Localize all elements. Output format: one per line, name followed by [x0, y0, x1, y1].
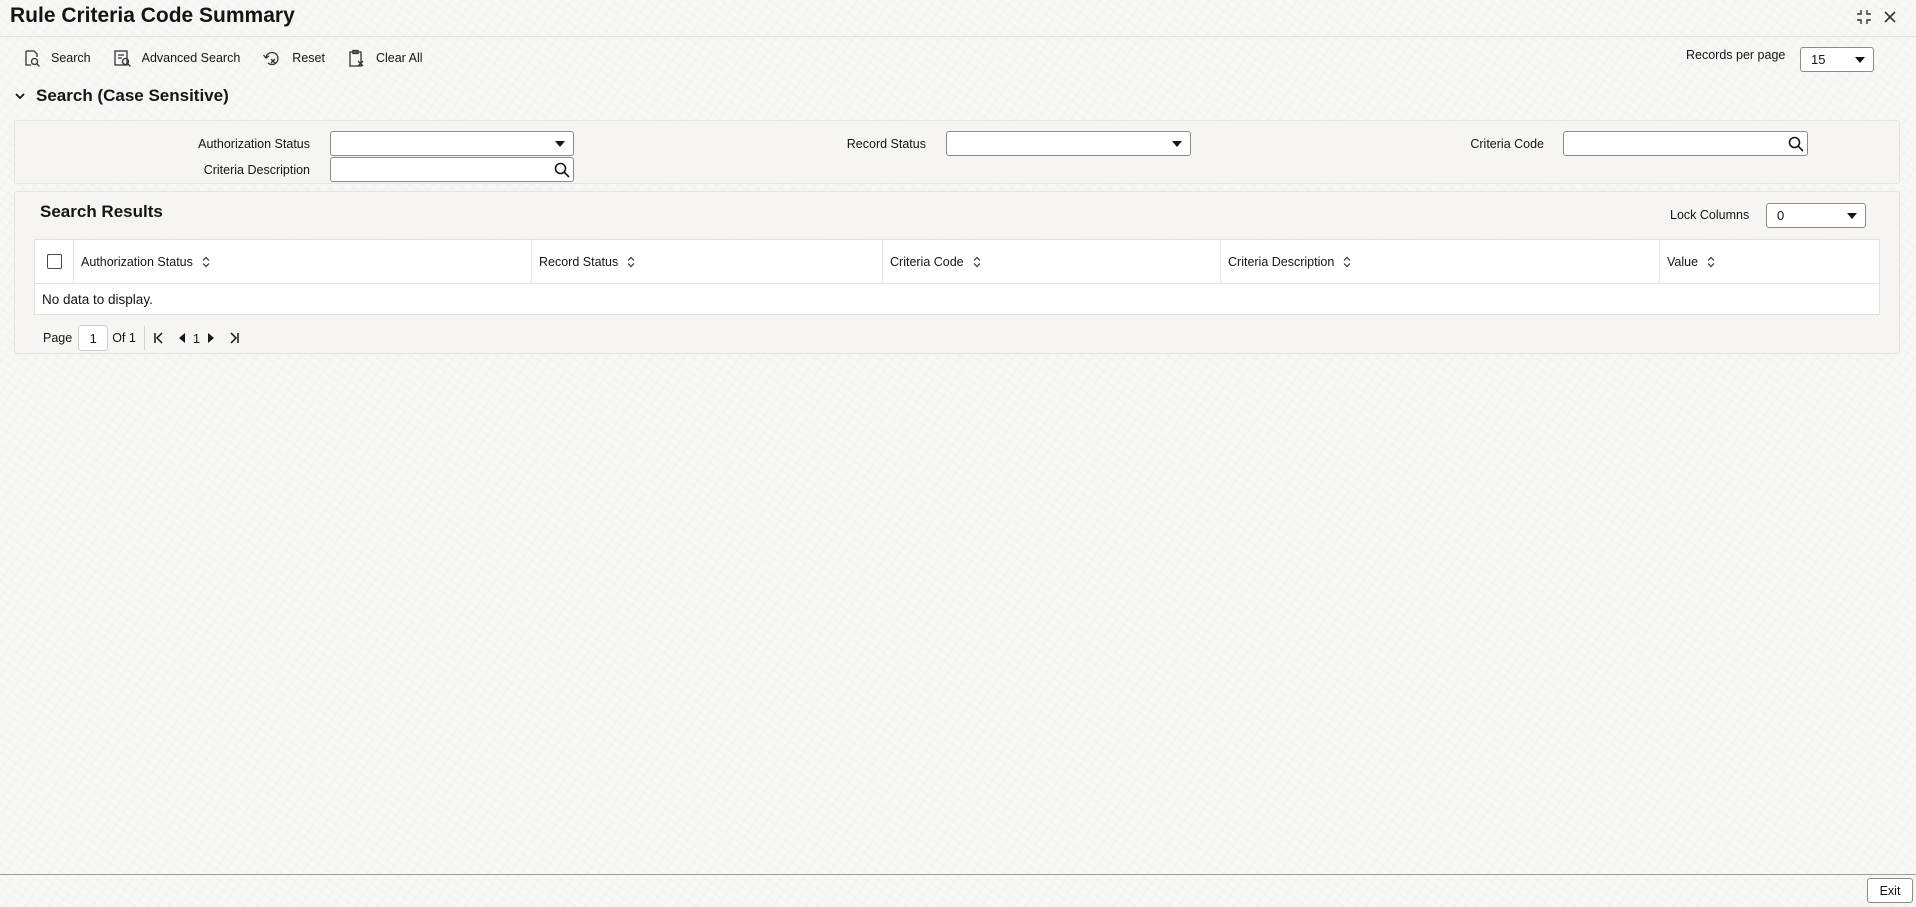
sort-icon — [1343, 256, 1351, 268]
close-icon[interactable] — [1879, 6, 1901, 28]
column-label: Authorization Status — [81, 255, 193, 269]
reset-icon — [263, 51, 279, 65]
column-label: Criteria Code — [890, 255, 964, 269]
criteria-code-label: Criteria Code — [1470, 137, 1544, 151]
toolbar: Search Advanced Search Reset Clear All — [22, 46, 445, 70]
title-divider — [0, 36, 1916, 37]
first-page-icon[interactable] — [153, 332, 165, 344]
pagination: Page 1 Of 1 1 — [43, 325, 247, 351]
records-per-page-select[interactable]: 15 — [1800, 47, 1874, 72]
clipboard-clear-icon — [349, 49, 364, 67]
sort-icon — [627, 256, 635, 268]
clear-all-button-label: Clear All — [375, 51, 423, 65]
page-of-label: Of 1 — [112, 331, 136, 345]
chevron-down-icon — [1855, 57, 1865, 63]
table-header-row: Authorization Status Record Status Crite… — [35, 240, 1879, 284]
search-button-label: Search — [51, 51, 91, 65]
last-page-icon[interactable] — [228, 332, 240, 344]
search-doc-icon — [25, 49, 40, 67]
page-title: Rule Criteria Code Summary — [10, 4, 295, 27]
advanced-search-button-label: Advanced Search — [141, 51, 241, 65]
results-table: Authorization Status Record Status Crite… — [34, 239, 1880, 315]
column-header-authorization-status[interactable]: Authorization Status — [74, 240, 532, 284]
select-all-checkbox[interactable] — [47, 254, 62, 269]
page-link[interactable]: 1 — [193, 331, 200, 346]
clear-all-button[interactable]: Clear All — [347, 49, 423, 68]
column-header-record-status[interactable]: Record Status — [532, 240, 883, 284]
shrink-icon[interactable] — [1853, 6, 1875, 28]
column-header-criteria-code[interactable]: Criteria Code — [883, 240, 1221, 284]
reset-button[interactable]: Reset — [262, 49, 325, 68]
records-per-page-value: 15 — [1811, 52, 1826, 67]
page-label: Page — [43, 331, 73, 345]
footer-divider — [0, 874, 1916, 875]
search-button[interactable]: Search — [22, 49, 91, 68]
advanced-search-icon — [113, 49, 131, 67]
advanced-search-button[interactable]: Advanced Search — [113, 49, 241, 68]
current-page-input[interactable]: 1 — [78, 325, 109, 351]
search-results-title: Search Results — [40, 202, 163, 221]
column-label: Value — [1667, 255, 1699, 269]
no-data-message: No data to display. — [42, 291, 153, 307]
chevron-down-icon — [1172, 141, 1182, 147]
chevron-down-icon — [555, 141, 565, 147]
search-icon[interactable] — [1787, 135, 1805, 158]
column-header-value[interactable]: Value — [1660, 240, 1879, 284]
select-all-cell — [35, 240, 74, 284]
criteria-description-label: Criteria Description — [203, 163, 310, 177]
records-per-page-label: Records per page — [1686, 48, 1786, 62]
criteria-code-input[interactable] — [1563, 131, 1808, 156]
search-icon[interactable] — [553, 161, 571, 184]
column-label: Record Status — [539, 255, 619, 269]
search-section-toggle[interactable]: Search (Case Sensitive) — [14, 86, 229, 106]
search-section-title: Search (Case Sensitive) — [36, 86, 229, 105]
column-header-criteria-description[interactable]: Criteria Description — [1221, 240, 1660, 284]
lock-columns-value: 0 — [1777, 208, 1785, 223]
lock-columns-label: Lock Columns — [1670, 208, 1750, 222]
chevron-down-icon — [1847, 213, 1857, 219]
pagination-divider — [143, 326, 145, 350]
criteria-description-input[interactable] — [330, 157, 574, 182]
previous-page-icon[interactable] — [178, 332, 186, 344]
reset-button-label: Reset — [292, 51, 325, 65]
authorization-status-label: Authorization Status — [198, 137, 310, 151]
chevron-down-icon — [15, 93, 25, 100]
sort-icon — [202, 256, 210, 268]
authorization-status-select[interactable] — [330, 131, 574, 156]
sort-icon — [1707, 256, 1715, 268]
title-bar: Rule Criteria Code Summary — [0, 0, 1916, 36]
next-page-icon[interactable] — [207, 332, 215, 344]
exit-button[interactable]: Exit — [1867, 878, 1913, 903]
column-label: Criteria Description — [1228, 255, 1335, 269]
lock-columns-select[interactable]: 0 — [1766, 203, 1866, 228]
record-status-label: Record Status — [846, 137, 926, 151]
record-status-select[interactable] — [946, 131, 1191, 156]
sort-icon — [973, 256, 981, 268]
